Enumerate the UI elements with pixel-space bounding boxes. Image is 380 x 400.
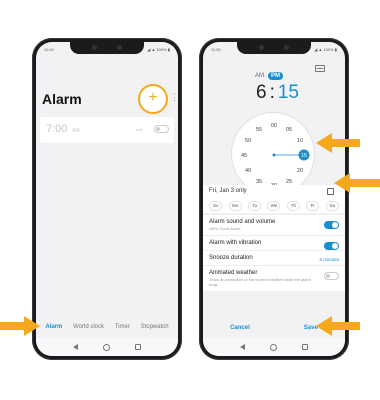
ampm-selector: AM PM bbox=[255, 72, 283, 80]
alarm-list-screen: 11:00 ◢ ▲ 100% ▮ Alarm + ⋮ 7:00 AM one A… bbox=[36, 42, 178, 356]
clock-number-15[interactable]: 15 bbox=[301, 153, 307, 159]
arrow-to-dial bbox=[316, 133, 360, 153]
pm-button[interactable]: PM bbox=[268, 72, 283, 80]
alarm-settings: Alarm sound and volume Life's Good Alarm… bbox=[203, 214, 345, 291]
phone-right: 11:00 ◢ ▲ 100% ▮ AM PM 6 : 15 00 05 10 15 20… bbox=[199, 38, 349, 360]
clock-dial[interactable]: 000510152025303540455055 bbox=[231, 112, 315, 196]
clock-number-00[interactable]: 00 bbox=[271, 123, 277, 129]
camera-icon bbox=[92, 45, 97, 50]
status-time: 11:00 bbox=[44, 46, 54, 52]
alarm-edit-screen: 11:00 ◢ ▲ 100% ▮ AM PM 6 : 15 00 05 10 15 20… bbox=[203, 42, 345, 356]
alarm-repeat: one bbox=[136, 127, 143, 132]
alarm-toggle[interactable] bbox=[154, 125, 169, 133]
page-title: Alarm bbox=[42, 91, 82, 107]
day-sunday[interactable]: Su bbox=[209, 201, 223, 211]
status-icons: ◢ ▲ 100% ▮ bbox=[147, 46, 170, 52]
back-icon[interactable] bbox=[72, 344, 78, 350]
setting-vibration[interactable]: Alarm with vibration bbox=[203, 235, 345, 250]
day-thursday[interactable]: Th bbox=[286, 201, 300, 211]
phone-left: 11:00 ◢ ▲ 100% ▮ Alarm + ⋮ 7:00 AM one A… bbox=[32, 38, 182, 360]
vibration-toggle[interactable] bbox=[324, 242, 339, 250]
recents-icon[interactable] bbox=[135, 344, 142, 350]
recents-icon[interactable] bbox=[302, 344, 309, 350]
date-row: Fri, Jan 3 only bbox=[203, 185, 345, 199]
tab-timer[interactable]: Timer bbox=[115, 324, 130, 330]
date-label: Fri, Jan 3 only bbox=[209, 188, 247, 194]
setting-weather[interactable]: Animated weather Show an animation of th… bbox=[203, 265, 345, 291]
time-display: 6 : 15 bbox=[256, 82, 299, 104]
am-button[interactable]: AM bbox=[255, 73, 264, 79]
nav-bar bbox=[36, 338, 178, 356]
clock-number-40[interactable]: 40 bbox=[245, 168, 251, 174]
tab-alarm[interactable]: Alarm bbox=[45, 324, 62, 330]
alarm-time: 7:00 bbox=[46, 123, 68, 135]
clock-number-05[interactable]: 05 bbox=[286, 127, 292, 133]
clock-number-50[interactable]: 50 bbox=[245, 138, 251, 144]
calendar-icon[interactable] bbox=[327, 188, 334, 195]
day-wednesday[interactable]: We bbox=[267, 201, 281, 211]
setting-sound[interactable]: Alarm sound and volume Life's Good Alarm bbox=[203, 214, 345, 235]
keyboard-icon[interactable] bbox=[315, 65, 325, 72]
cancel-button[interactable]: Cancel bbox=[230, 325, 250, 331]
clock-number-55[interactable]: 55 bbox=[256, 127, 262, 133]
home-icon[interactable] bbox=[269, 343, 277, 351]
tab-world-clock[interactable]: World clock bbox=[73, 324, 104, 330]
day-saturday[interactable]: Sa bbox=[325, 201, 339, 211]
arrow-to-save bbox=[316, 316, 360, 336]
tab-stopwatch[interactable]: Stopwatch bbox=[141, 324, 169, 330]
arrow-to-date bbox=[334, 173, 380, 193]
clock-center bbox=[272, 153, 276, 157]
status-time: 11:00 bbox=[211, 46, 221, 52]
hour-value[interactable]: 6 bbox=[256, 82, 267, 104]
back-icon[interactable] bbox=[239, 344, 245, 350]
add-alarm-button[interactable]: + bbox=[138, 84, 168, 114]
notch bbox=[70, 42, 144, 54]
bottom-tabs: Alarm World clock Timer Stopwatch bbox=[36, 316, 178, 338]
home-icon[interactable] bbox=[102, 343, 110, 351]
setting-snooze[interactable]: Snooze duration 5 minutes bbox=[203, 250, 345, 265]
weekday-selector: Su Mo Tu We Th Fr Sa bbox=[203, 199, 345, 213]
nav-bar bbox=[203, 338, 345, 356]
setting-title: Alarm sound and volume bbox=[209, 219, 276, 225]
clock-number-45[interactable]: 45 bbox=[241, 153, 247, 159]
weather-toggle[interactable] bbox=[324, 272, 339, 280]
alarm-list-item[interactable]: 7:00 AM one bbox=[40, 117, 174, 143]
setting-title: Animated weather bbox=[209, 270, 258, 276]
setting-sub: Life's Good Alarm bbox=[209, 226, 241, 231]
clock-number-10[interactable]: 10 bbox=[297, 138, 303, 144]
day-tuesday[interactable]: Tu bbox=[248, 201, 262, 211]
time-separator: : bbox=[269, 82, 275, 103]
more-options-icon[interactable]: ⋮ bbox=[170, 92, 178, 103]
day-friday[interactable]: Fr bbox=[306, 201, 320, 211]
sensor-icon bbox=[117, 45, 122, 50]
setting-title: Alarm with vibration bbox=[209, 240, 262, 246]
status-icons: ◢ ▲ 100% ▮ bbox=[314, 46, 337, 52]
snooze-value: 5 minutes bbox=[319, 257, 339, 262]
minute-value[interactable]: 15 bbox=[278, 82, 299, 104]
camera-icon bbox=[259, 45, 264, 50]
alarm-ampm: AM bbox=[72, 128, 80, 134]
sensor-icon bbox=[284, 45, 289, 50]
arrow-to-alarm-tab bbox=[0, 316, 40, 336]
day-monday[interactable]: Mo bbox=[228, 201, 242, 211]
setting-sub: Show an animation of the current weather… bbox=[209, 277, 312, 287]
notch bbox=[237, 42, 311, 54]
sound-toggle[interactable] bbox=[324, 221, 339, 229]
clock-number-20[interactable]: 20 bbox=[297, 168, 303, 174]
